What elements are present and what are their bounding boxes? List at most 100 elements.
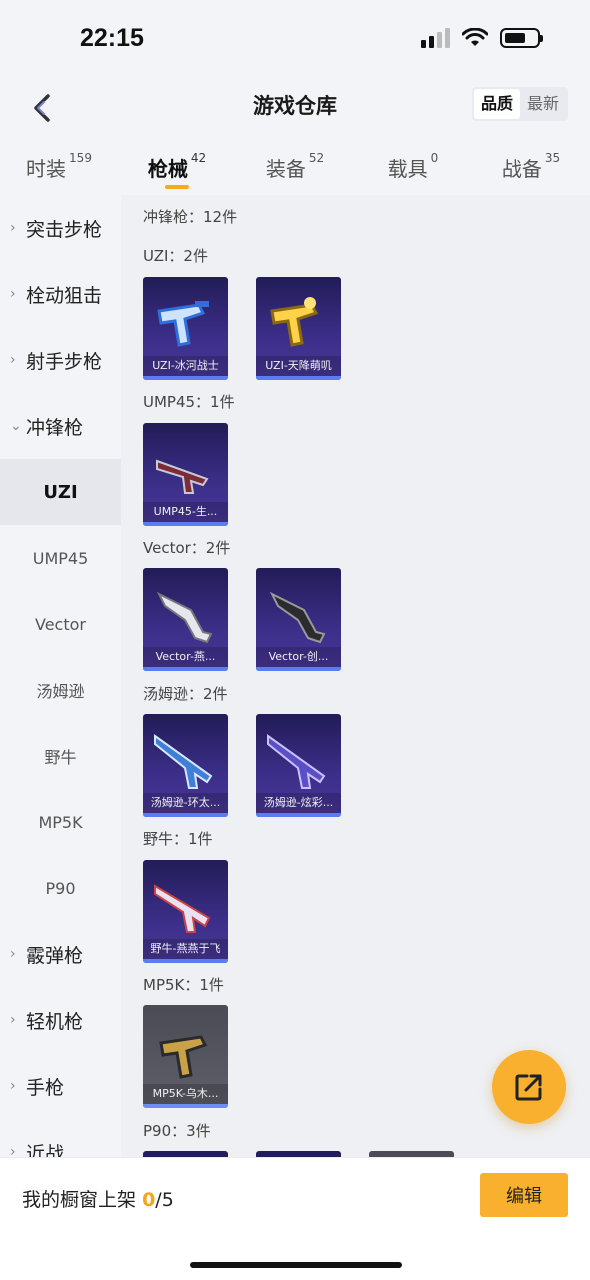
chevron-right-icon: › [10,352,16,368]
smg-icon [154,884,211,933]
rarity-bar [143,959,228,963]
sidebar-item[interactable]: › 轻机枪 [0,987,121,1053]
item-card[interactable]: UZI-冰河战士 [143,277,228,380]
chevron-right-icon: › [10,946,16,962]
tab-equipment[interactable]: 装备 52 [236,138,354,195]
sidebar-list: › 突击步枪 › 栓动狙击 › 射手步枪 ⌄ 冲锋枪 UZI UMP45 Vector 汤姆逊 野牛 MP… [0,195,121,1157]
sidebar-item[interactable]: P90 [0,855,121,921]
tab-count: 159 [69,151,92,165]
category-total-label: 冲锋枪：12件 [143,208,238,226]
sidebar-item-label: UMP45 [32,548,89,568]
sidebar-item[interactable]: MP5K [0,789,121,855]
item-name: UZI-天降萌叽 [256,356,341,376]
chevron-right-icon: › [10,1012,16,1028]
sidebar-item-label: 霰弹枪 [26,944,84,967]
item-name: 汤姆逊-环太... [143,793,228,813]
sidebar-item-label: Vector [35,614,86,634]
group-label: 汤姆逊：2件 [143,685,228,703]
group-label: UZI：2件 [143,247,208,265]
tab-count: 42 [190,151,207,165]
tab-fashion[interactable]: 时装 159 [0,138,118,195]
tab-label: 载具 [387,157,428,181]
sidebar-item[interactable]: › 手枪 [0,1053,121,1119]
smg-icon [157,301,209,347]
status-icons [421,28,543,48]
smg-icon [156,591,213,644]
item-grid-panel: 冲锋枪：12件 UZI：2件 UZI-冰河战士 UZI-天降萌叽 UMP45：1… [121,195,590,1157]
chevron-right-icon: › [10,1078,16,1094]
status-bar: 22:15 [0,0,590,78]
smg-icon [156,459,209,494]
group-label: UMP45：1件 [143,393,235,411]
smg-icon [270,297,319,347]
item-card[interactable]: 汤姆逊-炫彩... [256,714,341,817]
sidebar-item-label: 野牛 [44,748,77,767]
item-card[interactable]: UMP45-生... [143,423,228,526]
sidebar-item[interactable]: 汤姆逊 [0,657,121,723]
tab-label: 枪械 [147,157,188,181]
sidebar-item-label: 轻机枪 [26,1010,84,1033]
tab-label: 装备 [265,157,306,181]
sidebar-item[interactable]: ⌄ 冲锋枪 [0,393,121,459]
showcase-label: 我的橱窗上架 0/5 [22,1185,174,1212]
item-name: UMP45-生... [143,502,228,522]
tab-count: 35 [544,151,561,165]
edit-button[interactable]: 编辑 [480,1173,568,1217]
item-card[interactable]: 野牛-燕燕于飞 [143,860,228,963]
sort-latest-option[interactable]: 最新 [520,89,566,119]
rarity-bar [143,522,228,526]
group-label: 野牛：1件 [143,830,213,848]
rarity-bar [256,667,341,671]
item-card[interactable]: Vector-燕... [143,568,228,671]
smg-icon [159,1035,208,1079]
share-button[interactable] [492,1050,566,1124]
tab-label: 时装 [26,157,67,181]
item-card[interactable]: 汤姆逊-环太... [143,714,228,817]
signal-icon [421,28,450,48]
home-indicator [190,1262,402,1268]
sort-quality-option[interactable]: 品质 [473,89,520,119]
sidebar-item[interactable]: UZI [0,459,121,525]
chevron-down-icon: ⌄ [10,418,22,434]
showcase-total-count: /5 [155,1189,174,1211]
tab-supplies[interactable]: 战备 35 [472,138,590,195]
sidebar-item[interactable]: › 栓动狙击 [0,261,121,327]
share-out-icon [515,1074,542,1101]
sidebar-item-label: 栓动狙击 [26,284,103,307]
item-name: UZI-冰河战士 [143,356,228,376]
sidebar-item[interactable]: 野牛 [0,723,121,789]
chevron-right-icon: › [10,220,16,236]
sidebar-item[interactable]: UMP45 [0,525,121,591]
sidebar-item-label: UZI [43,481,78,503]
sidebar-item[interactable]: › 射手步枪 [0,327,121,393]
sidebar-item-label: 汤姆逊 [36,682,85,701]
item-name: 野牛-燕燕于飞 [143,939,228,959]
category-tabs: 时装 159 枪械 42 装备 52 载具 0 战备 35 [0,138,590,195]
sidebar-item[interactable]: › 近战 [0,1119,121,1158]
sidebar-item[interactable]: › 霰弹枪 [0,921,121,987]
item-card[interactable]: MP5K-乌木... [143,1005,228,1108]
tab-label: 战备 [501,157,542,181]
tab-count: 52 [308,151,325,165]
group-label: P90：3件 [143,1122,211,1140]
item-card[interactable]: UZI-天降萌叽 [256,277,341,380]
chevron-right-icon: › [10,286,16,302]
active-tab-underline [165,185,189,189]
chevron-right-icon: › [10,1144,16,1157]
smg-icon [267,734,326,789]
sidebar-item[interactable]: › 突击步枪 [0,195,121,261]
rarity-bar [143,376,228,380]
item-name: Vector-创... [256,647,341,667]
rarity-bar [143,667,228,671]
sidebar-item-label: 冲锋枪 [26,416,84,439]
item-card[interactable]: Vector-创... [256,568,341,671]
item-name: Vector-燕... [143,647,228,667]
sidebar-item[interactable]: Vector [0,591,121,657]
group-label: MP5K：1件 [143,976,224,994]
group-label: Vector：2件 [143,539,231,557]
battery-icon [500,28,543,48]
item-name: 汤姆逊-炫彩... [256,793,341,813]
sidebar-item-label: 射手步枪 [26,350,103,373]
tab-vehicles[interactable]: 载具 0 [354,138,472,195]
tab-firearms[interactable]: 枪械 42 [118,138,236,195]
